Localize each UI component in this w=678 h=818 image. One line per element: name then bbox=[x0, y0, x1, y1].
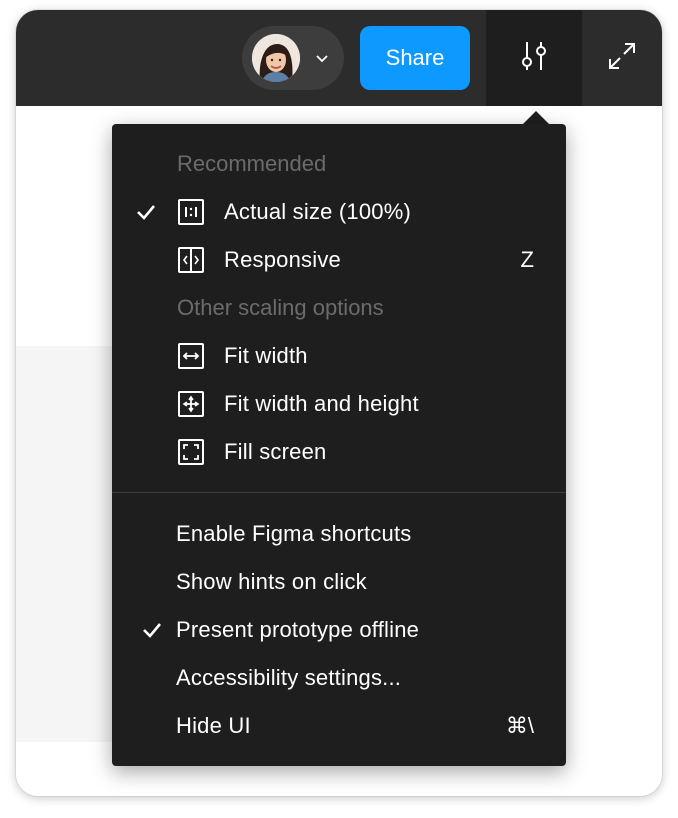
menu-item-fill-screen[interactable]: Fill screen bbox=[112, 428, 566, 476]
fit-width-icon bbox=[178, 343, 204, 369]
section-label-recommended: Recommended bbox=[177, 151, 327, 176]
sliders-icon bbox=[520, 40, 548, 77]
menu-item-label: Fit width bbox=[224, 343, 308, 368]
expand-icon bbox=[607, 41, 637, 76]
chevron-down-icon bbox=[314, 50, 330, 66]
menu-item-actual-size[interactable]: Actual size (100%) bbox=[112, 188, 566, 236]
user-menu-button[interactable] bbox=[242, 26, 344, 90]
menu-item-present-offline[interactable]: Present prototype offline bbox=[112, 606, 566, 654]
menu-item-responsive[interactable]: Responsive Z bbox=[112, 236, 566, 284]
shortcut-label: Z bbox=[520, 247, 534, 272]
menu-divider bbox=[112, 492, 566, 493]
avatar bbox=[252, 34, 300, 82]
menu-item-label: Hide UI bbox=[176, 713, 251, 738]
view-options-menu: Recommended Actual size (100%) Responsiv… bbox=[112, 124, 566, 766]
menu-item-label: Fill screen bbox=[224, 439, 327, 464]
check-icon bbox=[136, 202, 156, 222]
responsive-icon bbox=[178, 247, 204, 273]
actual-size-icon bbox=[178, 199, 204, 225]
menu-item-fit-width-height[interactable]: Fit width and height bbox=[112, 380, 566, 428]
fill-screen-icon bbox=[178, 439, 204, 465]
toolbar: Share bbox=[16, 10, 662, 106]
check-icon bbox=[142, 620, 162, 640]
section-label-other-scaling: Other scaling options bbox=[177, 295, 384, 320]
menu-item-hide-ui[interactable]: Hide UI ⌘\ bbox=[112, 702, 566, 750]
fullscreen-button[interactable] bbox=[582, 10, 662, 106]
menu-item-label: Enable Figma shortcuts bbox=[176, 521, 412, 546]
menu-item-fit-width[interactable]: Fit width bbox=[112, 332, 566, 380]
menu-item-label: Fit width and height bbox=[224, 391, 419, 416]
fit-width-height-icon bbox=[178, 391, 204, 417]
share-button[interactable]: Share bbox=[360, 26, 470, 90]
menu-item-accessibility-settings[interactable]: Accessibility settings... bbox=[112, 654, 566, 702]
menu-item-enable-figma-shortcuts[interactable]: Enable Figma shortcuts bbox=[112, 510, 566, 558]
menu-pointer bbox=[523, 111, 549, 124]
menu-item-label: Responsive bbox=[224, 247, 341, 272]
shortcut-label: ⌘\ bbox=[505, 713, 534, 738]
menu-item-label: Accessibility settings... bbox=[176, 665, 402, 690]
settings-button[interactable] bbox=[486, 10, 582, 106]
menu-item-label: Show hints on click bbox=[176, 569, 367, 594]
menu-item-label: Actual size (100%) bbox=[224, 199, 412, 224]
menu-item-show-hints[interactable]: Show hints on click bbox=[112, 558, 566, 606]
menu-item-label: Present prototype offline bbox=[176, 617, 420, 642]
